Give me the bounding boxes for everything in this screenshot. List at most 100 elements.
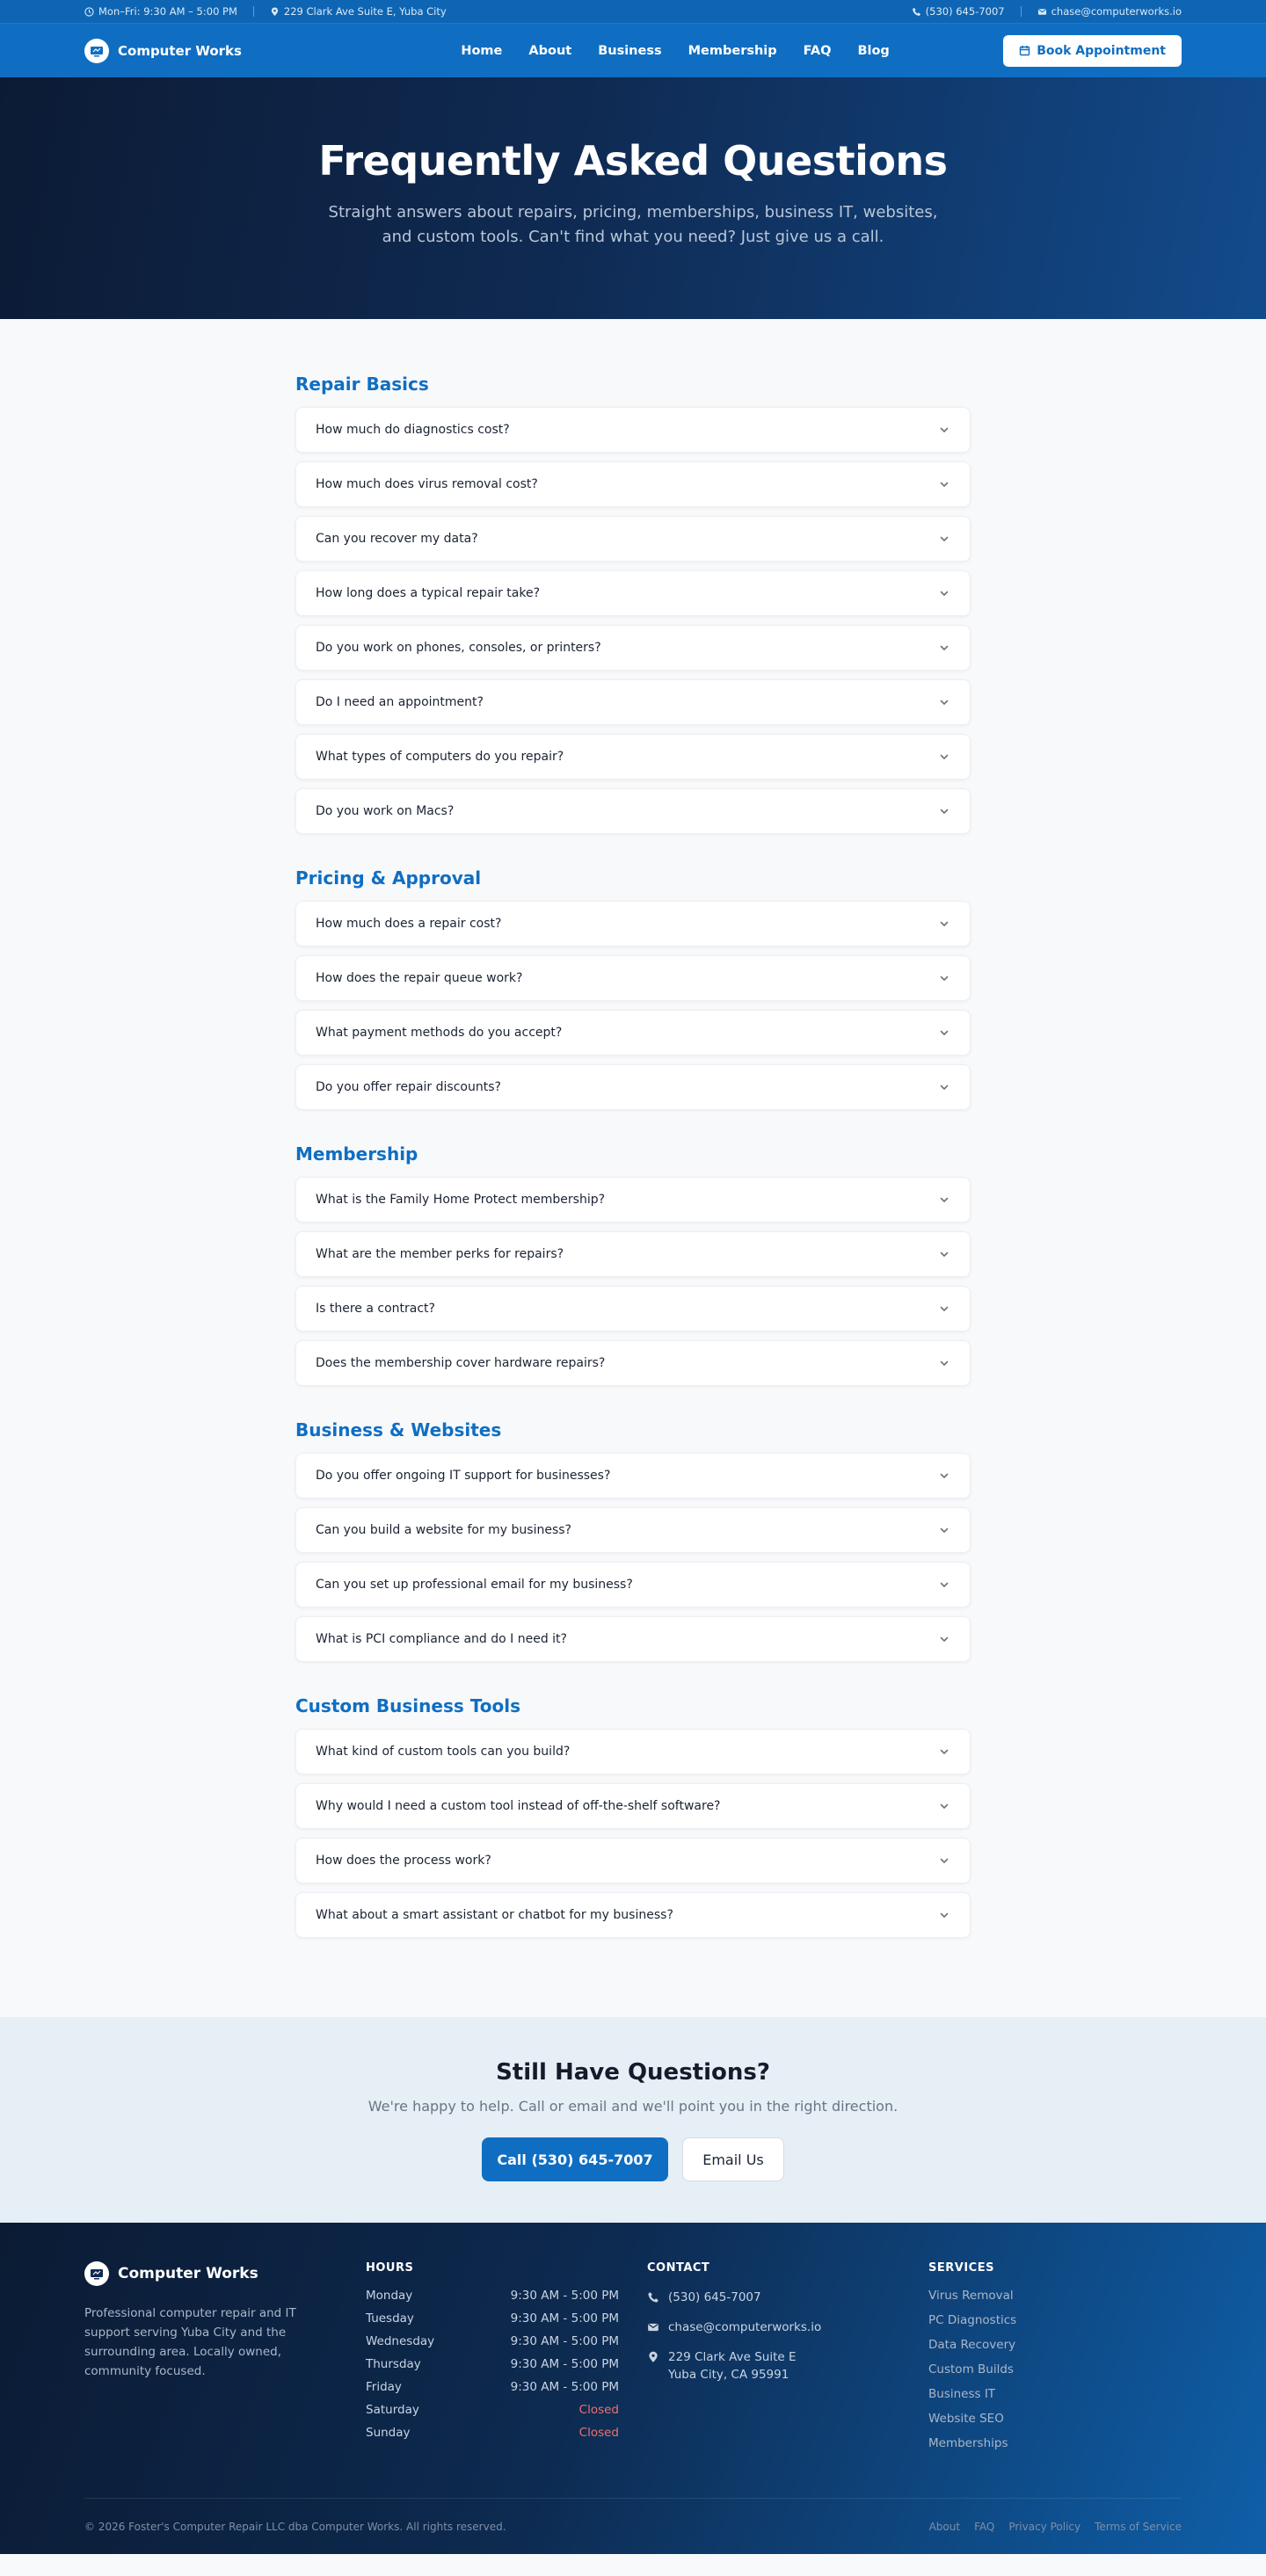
logo-icon — [84, 2261, 109, 2286]
faq-question-item[interactable]: Can you set up professional email for my… — [295, 1562, 971, 1607]
faq-question-item[interactable]: What are the member perks for repairs? — [295, 1231, 971, 1277]
faq-question-text: How long does a typical repair take? — [316, 586, 541, 600]
hours-time: 9:30 AM - 5:00 PM — [510, 2357, 619, 2371]
nav-link-faq[interactable]: FAQ — [804, 44, 832, 58]
service-link-custom-builds[interactable]: Custom Builds — [928, 2362, 1182, 2387]
email-text: chase@computerworks.io — [1051, 5, 1182, 18]
hours-heading: HOURS — [366, 2261, 414, 2275]
hours-time: 9:30 AM - 5:00 PM — [510, 2311, 619, 2326]
book-appointment-label: Book Appointment — [1037, 43, 1166, 58]
brand-name: Computer Works — [118, 42, 242, 59]
faq-question-item[interactable]: Why would I need a custom tool instead o… — [295, 1783, 971, 1829]
service-link-business-it[interactable]: Business IT — [928, 2387, 1182, 2412]
faq-question-item[interactable]: How long does a typical repair take? — [295, 570, 971, 616]
faq-section-heading: Custom Business Tools — [295, 1695, 520, 1716]
faq-question-item[interactable]: Is there a contract? — [295, 1286, 971, 1332]
page-title: Frequently Asked Questions — [318, 137, 948, 185]
service-link-data-recovery[interactable]: Data Recovery — [928, 2338, 1182, 2362]
faq-question-item[interactable]: Do you work on phones, consoles, or prin… — [295, 625, 971, 671]
faq-question-item[interactable]: Do you work on Macs? — [295, 788, 971, 834]
chevron-down-icon — [940, 1527, 949, 1533]
hours-time: Closed — [578, 2426, 619, 2440]
service-link-memberships[interactable]: Memberships — [928, 2436, 1182, 2461]
faq-question-text: Why would I need a custom tool instead o… — [316, 1799, 721, 1813]
cta-title: Still Have Questions? — [496, 2059, 770, 2086]
hours-day: Friday — [366, 2380, 402, 2394]
hours-day: Tuesday — [366, 2311, 414, 2326]
faq-question-item[interactable]: What payment methods do you accept? — [295, 1010, 971, 1056]
faq-question-item[interactable]: What is PCI compliance and do I need it? — [295, 1616, 971, 1662]
contact-cta-section: Still Have Questions? We're happy to hel… — [0, 2017, 1266, 2223]
faq-question-text: Do you offer repair discounts? — [316, 1080, 501, 1094]
service-link-pc-diagnostics[interactable]: PC Diagnostics — [928, 2313, 1182, 2338]
chevron-down-icon — [940, 591, 949, 596]
map-pin-icon — [271, 6, 279, 16]
contact-heading: CONTACT — [647, 2261, 710, 2275]
faq-question-item[interactable]: Can you recover my data? — [295, 516, 971, 562]
faq-section-heading: Repair Basics — [295, 374, 429, 395]
phone-link[interactable]: (530) 645-7007 — [912, 5, 1005, 18]
faq-question-text: What about a smart assistant or chatbot … — [316, 1908, 673, 1922]
address-info: 229 Clark Ave Suite E, Yuba City — [270, 5, 447, 18]
hours-info: Mon–Fri: 9:30 AM – 5:00 PM — [84, 5, 237, 18]
chevron-down-icon — [940, 1803, 949, 1809]
chevron-down-icon — [940, 1085, 949, 1090]
call-button[interactable]: Call (530) 645-7007 — [482, 2137, 668, 2181]
chevron-down-icon — [940, 1030, 949, 1035]
nav-link-blog[interactable]: Blog — [857, 44, 889, 58]
legal-link-faq[interactable]: FAQ — [974, 2521, 994, 2533]
email-us-button[interactable]: Email Us — [682, 2137, 784, 2181]
legal-link-about[interactable]: About — [929, 2521, 960, 2533]
faq-section-membership: Membership What is the Family Home Protec… — [295, 1143, 971, 1386]
hours-time: 9:30 AM - 5:00 PM — [510, 2334, 619, 2348]
faq-section-heading: Business & Websites — [295, 1419, 502, 1440]
faq-question-item[interactable]: Does the membership cover hardware repai… — [295, 1340, 971, 1386]
faq-section-pricing-approval: Pricing & Approval How much does a repair… — [295, 867, 971, 1110]
chevron-down-icon — [940, 1306, 949, 1311]
faq-question-text: Can you build a website for my business? — [316, 1523, 571, 1537]
hours-row-friday: Friday 9:30 AM - 5:00 PM — [366, 2380, 619, 2403]
hours-row-wednesday: Wednesday 9:30 AM - 5:00 PM — [366, 2334, 619, 2357]
faq-question-item[interactable]: How much does virus removal cost? — [295, 461, 971, 507]
nav-link-home[interactable]: Home — [461, 44, 502, 58]
faq-question-item[interactable]: Do you offer repair discounts? — [295, 1064, 971, 1110]
service-link-virus-removal[interactable]: Virus Removal — [928, 2289, 1182, 2313]
faq-section-business-websites: Business & Websites Do you offer ongoing … — [295, 1419, 971, 1662]
services-list: Virus Removal PC Diagnostics Data Recovery… — [928, 2289, 1182, 2461]
footer-brand[interactable]: Computer Works — [84, 2261, 366, 2286]
faq-question-item[interactable]: Do you offer ongoing IT support for busi… — [295, 1453, 971, 1498]
nav-link-about[interactable]: About — [528, 44, 571, 58]
faq-question-item[interactable]: What about a smart assistant or chatbot … — [295, 1892, 971, 1938]
chevron-down-icon — [940, 754, 949, 759]
faq-question-item[interactable]: How much does a repair cost? — [295, 901, 971, 947]
faq-question-item[interactable]: How much do diagnostics cost? — [295, 407, 971, 453]
book-appointment-button[interactable]: Book Appointment — [1003, 34, 1182, 67]
mail-icon — [1037, 8, 1046, 15]
hours-time: 9:30 AM - 5:00 PM — [510, 2289, 619, 2303]
email-link[interactable]: chase@computerworks.io — [1037, 5, 1182, 18]
faq-question-text: What kind of custom tools can you build? — [316, 1745, 571, 1759]
faq-question-text: How much do diagnostics cost? — [316, 423, 510, 437]
faq-question-item[interactable]: Can you build a website for my business? — [295, 1507, 971, 1553]
faq-question-item[interactable]: Do I need an appointment? — [295, 679, 971, 725]
footer-bottom-bar: © 2026 Foster's Computer Repair LLC dba … — [84, 2498, 1182, 2554]
clock-icon — [84, 6, 94, 17]
logo-icon — [84, 38, 109, 63]
legal-link-terms-of-service[interactable]: Terms of Service — [1095, 2521, 1182, 2533]
faq-question-item[interactable]: How does the repair queue work? — [295, 955, 971, 1001]
faq-question-text: Do I need an appointment? — [316, 695, 484, 709]
faq-question-item[interactable]: What types of computers do you repair? — [295, 734, 971, 780]
service-link-website-seo[interactable]: Website SEO — [928, 2412, 1182, 2436]
nav-link-business[interactable]: Business — [598, 44, 661, 58]
faq-section-custom-business-tools: Custom Business Tools What kind of custom… — [295, 1695, 971, 1938]
legal-link-privacy-policy[interactable]: Privacy Policy — [1008, 2521, 1080, 2533]
brand-logo-link[interactable]: Computer Works — [84, 38, 242, 63]
footer-phone[interactable]: (530) 645-7007 — [647, 2289, 928, 2306]
footer-email[interactable]: chase@computerworks.io — [647, 2318, 928, 2336]
faq-question-item[interactable]: What is the Family Home Protect membersh… — [295, 1177, 971, 1223]
faq-question-item[interactable]: What kind of custom tools can you build? — [295, 1729, 971, 1774]
faq-question-item[interactable]: How does the process work? — [295, 1838, 971, 1883]
nav-link-membership[interactable]: Membership — [688, 44, 777, 58]
address-line-2: Yuba City, CA 95991 — [668, 2368, 789, 2382]
divider — [252, 6, 254, 17]
